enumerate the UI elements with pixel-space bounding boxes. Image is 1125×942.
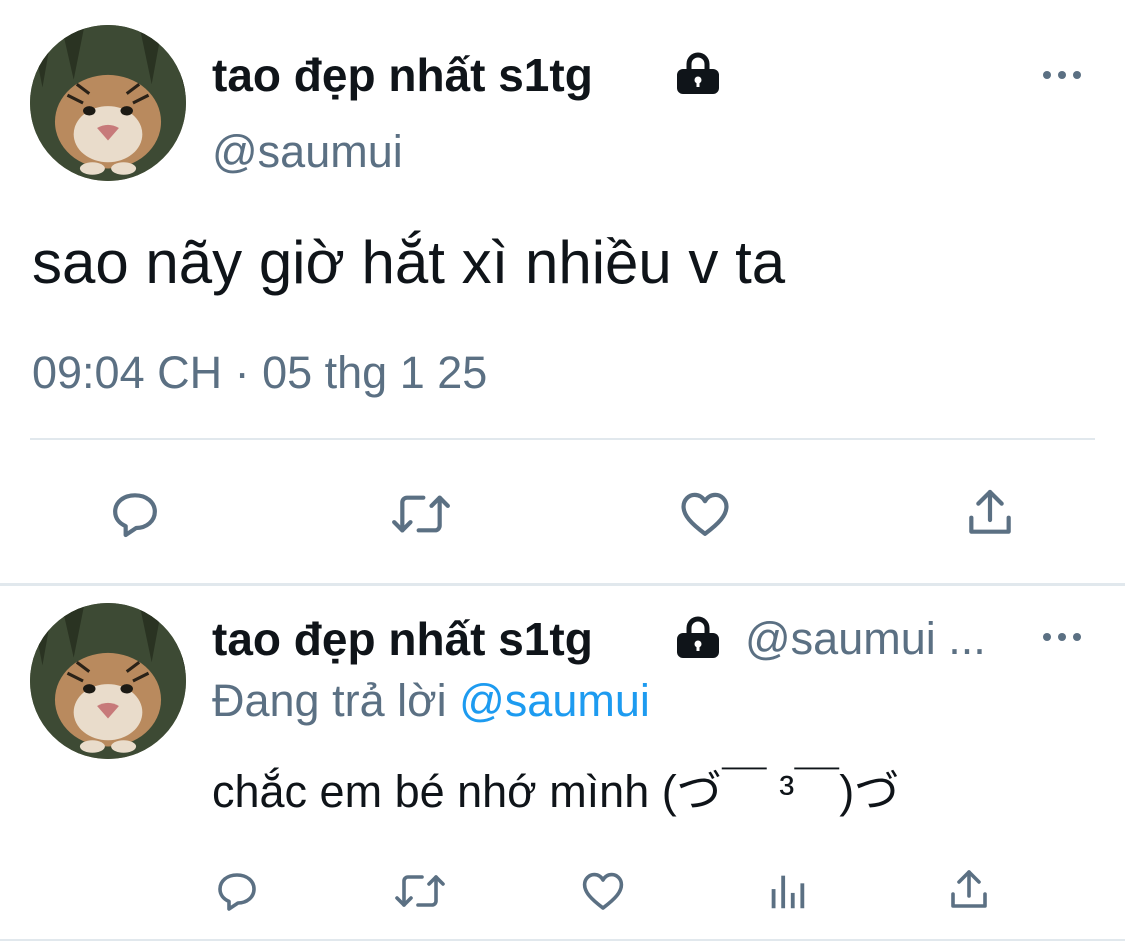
tweet-text: sao nãy giờ hắt xì nhiều v ta — [32, 229, 786, 296]
display-name[interactable]: tao đẹp nhất s1tg — [212, 612, 593, 666]
lock-icon — [673, 616, 723, 658]
share-icon[interactable] — [960, 482, 1020, 544]
section-divider — [0, 583, 1125, 586]
like-icon[interactable] — [577, 866, 629, 916]
more-icon[interactable] — [1038, 622, 1086, 652]
timestamp[interactable]: 09:04 CH · 05 thg 1 25 — [32, 346, 487, 400]
analytics-icon[interactable] — [762, 866, 812, 916]
retweet-icon[interactable] — [386, 484, 456, 544]
retweet-icon[interactable] — [390, 866, 450, 916]
replying-to: Đang trả lời @saumui — [212, 674, 650, 728]
reply-text: chắc em bé nhớ mình (づ￣ ³￣)づ — [212, 766, 900, 817]
display-name[interactable]: tao đẹp nhất s1tg — [212, 48, 593, 102]
reply-icon[interactable] — [212, 866, 262, 916]
divider — [30, 438, 1095, 440]
lock-icon — [673, 52, 723, 94]
reply-icon[interactable] — [105, 484, 165, 544]
share-icon[interactable] — [944, 864, 994, 916]
like-icon[interactable] — [675, 484, 735, 544]
replying-handle-link[interactable]: @saumui — [459, 675, 650, 726]
avatar[interactable] — [30, 603, 186, 759]
replying-prefix: Đang trả lời — [212, 675, 447, 726]
avatar[interactable] — [30, 25, 186, 181]
bottom-divider — [0, 939, 1125, 941]
more-icon[interactable] — [1038, 60, 1086, 90]
handle[interactable]: @saumui — [212, 126, 403, 178]
handle[interactable]: @saumui ... — [745, 612, 986, 666]
